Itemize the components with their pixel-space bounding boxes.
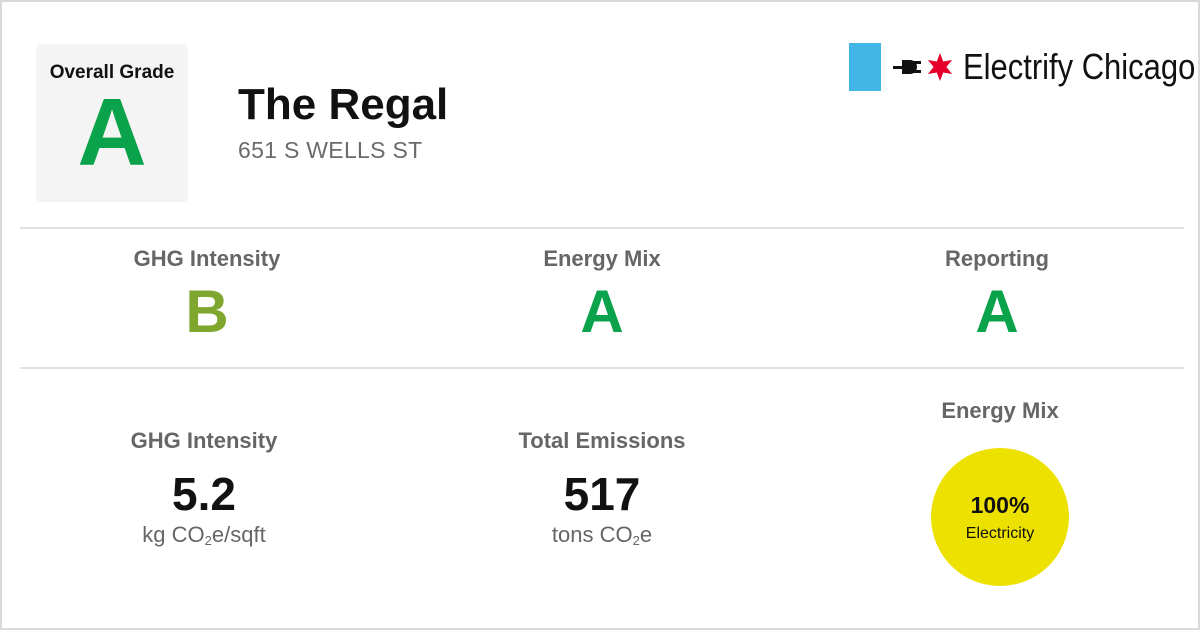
overall-grade-letter: A [77, 79, 147, 186]
energy-mix-circle: 100% Electricity [931, 448, 1069, 586]
metric-label-total-emissions: Total Emissions [518, 428, 686, 453]
building-grade-card: Overall Grade A The Regal 651 S WELLS ST… [0, 0, 1200, 630]
grade-col-ghg-intensity: GHG Intensity B [57, 234, 357, 344]
divider-bottom [20, 367, 1184, 369]
grade-letter-ghg-intensity: B [185, 278, 229, 345]
metric-energy-mix: Energy Mix 100% Electricity [850, 398, 1150, 586]
metric-total-emissions: Total Emissions 517 tons CO2e [452, 428, 752, 548]
metrics-row: GHG Intensity 5.2 kg CO2e/sqft Total Emi… [2, 372, 1200, 622]
metric-value-total-emissions: 517 [563, 468, 641, 520]
grade-label-reporting: Reporting [945, 246, 1049, 271]
metric-label-ghg-intensity: GHG Intensity [130, 428, 278, 453]
grade-letter-reporting: A [975, 278, 1019, 345]
metric-unit-total-emissions: tons CO2e [551, 522, 653, 548]
grade-col-reporting: Reporting A [847, 234, 1147, 344]
logo-blue-bar [849, 43, 881, 91]
energy-mix-percent: 100% [970, 491, 1030, 518]
building-name: The Regal [238, 80, 449, 129]
logo-text: Electrify Chicago [963, 46, 1196, 87]
grade-label-energy-mix: Energy Mix [543, 246, 661, 271]
electrify-chicago-logo: Electrify Chicago [849, 42, 1200, 92]
overall-grade-box: Overall Grade A [36, 44, 188, 202]
grade-letter-energy-mix: A [580, 278, 624, 345]
metric-unit-ghg-intensity: kg CO2e/sqft [142, 522, 266, 548]
energy-mix-source: Electricity [965, 524, 1035, 542]
metric-value-ghg-intensity: 5.2 [172, 468, 236, 520]
grades-row: GHG Intensity B Energy Mix A Reporting A [2, 234, 1200, 364]
star-icon [927, 53, 953, 81]
building-address: 651 S WELLS ST [238, 137, 423, 163]
metric-ghg-intensity: GHG Intensity 5.2 kg CO2e/sqft [54, 428, 354, 548]
grade-col-energy-mix: Energy Mix A [452, 234, 752, 344]
metric-label-energy-mix: Energy Mix [941, 398, 1059, 423]
grade-label-ghg-intensity: GHG Intensity [133, 246, 281, 271]
divider-top [20, 227, 1184, 229]
plug-icon [893, 60, 921, 74]
